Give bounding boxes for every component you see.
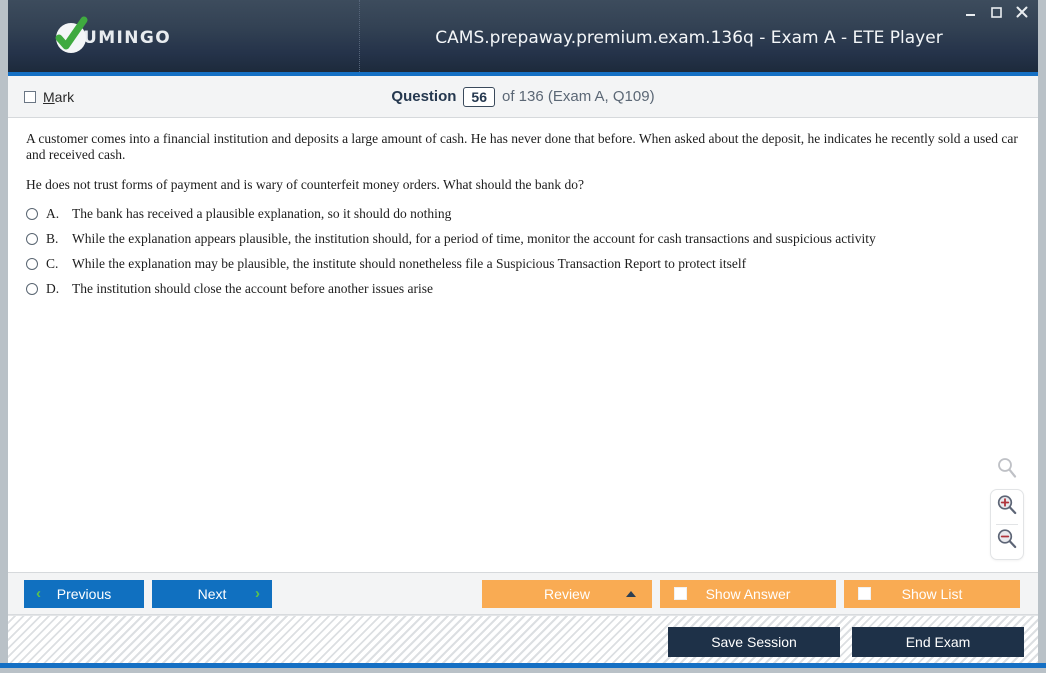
show-answer-button[interactable]: Show Answer [660,579,836,608]
previous-button-label: Previous [56,585,112,602]
save-session-label: Save Session [711,633,797,650]
previous-button[interactable]: ‹ Previous [24,579,144,608]
title-bar: UMINGO CAMS.prepaway.premium.exam.136q -… [8,0,1038,76]
next-button-label: Next [197,585,227,602]
mark-checkbox[interactable] [24,90,36,103]
question-counter: Question 56 of 136 (Exam A, Q109) [8,86,1038,107]
answer-option-a[interactable]: A. The bank has received a plausible exp… [26,206,1020,222]
question-paragraph-2: He does not trust forms of payment and i… [26,176,584,192]
next-button[interactable]: Next › [152,579,272,608]
check-circle-logo-icon [55,16,88,53]
question-header-bar: Mark Question 56 of 136 (Exam A, Q109) [8,76,1038,118]
save-session-button[interactable]: Save Session [668,626,840,657]
mark-label: Mark [43,89,74,105]
question-total-text: of 136 (Exam A, Q109) [502,88,655,105]
logo-text: UMINGO [83,28,172,48]
answer-options-list: A. The bank has received a plausible exp… [8,206,1038,297]
option-letter-d: D. [46,281,60,297]
zoom-tool-cluster [990,457,1024,560]
caret-up-icon [626,590,636,597]
close-icon[interactable] [1014,4,1030,20]
logo-zone: UMINGO [8,0,360,76]
review-button[interactable]: Review [482,579,652,608]
show-list-label: Show List [901,585,963,602]
show-list-button[interactable]: Show List [844,579,1020,608]
answer-option-c[interactable]: C. While the explanation may be plausibl… [26,256,1020,272]
window-controls [962,4,1030,20]
show-answer-checkbox[interactable] [674,587,687,600]
title-zone: CAMS.prepaway.premium.exam.136q - Exam A… [360,28,1038,48]
radio-a[interactable] [26,208,38,221]
mark-accelerator: M [43,88,55,105]
window-title: CAMS.prepaway.premium.exam.136q - Exam A… [435,28,943,48]
radio-c[interactable] [26,258,38,271]
option-text-d: The institution should close the account… [72,281,434,297]
end-exam-label: End Exam [905,633,971,650]
chevron-left-icon: ‹ [36,585,41,602]
status-bar: Save Session End Exam [0,615,1046,668]
show-answer-label: Show Answer [705,585,791,602]
end-exam-button[interactable]: End Exam [852,626,1024,657]
bottom-accent-bar [0,663,1046,668]
zoom-out-icon[interactable] [996,528,1018,555]
zoom-in-icon[interactable] [996,494,1018,521]
option-letter-a: A. [46,206,60,222]
review-button-label: Review [544,585,590,602]
action-bar: ‹ Previous Next › Review Show Answer Sho… [8,573,1038,615]
option-text-b: While the explanation appears plausible,… [72,231,876,247]
question-number-box[interactable]: 56 [463,86,495,107]
question-word: Question [391,88,457,105]
action-bar-right-group: Review Show Answer Show List [482,579,1020,608]
mark-checkbox-row[interactable]: Mark [24,89,74,105]
ete-player-window: UMINGO CAMS.prepaway.premium.exam.136q -… [0,0,1046,673]
magnifier-icon[interactable] [996,457,1018,484]
question-paragraph-1: A customer comes into a financial instit… [26,131,1018,163]
question-text: A customer comes into a financial instit… [8,118,1038,193]
option-letter-b: B. [46,231,59,247]
chevron-right-icon: › [255,585,260,602]
zoom-divider [996,524,1018,525]
radio-d[interactable] [26,283,38,296]
vumingo-logo: UMINGO [55,16,172,53]
radio-b[interactable] [26,233,38,246]
zoom-panel [990,489,1024,560]
show-list-checkbox[interactable] [858,587,871,600]
mark-label-rest: ark [54,88,75,105]
maximize-icon[interactable] [988,4,1004,20]
option-text-c: While the explanation may be plausible, … [72,256,747,272]
option-text-a: The bank has received a plausible explan… [72,206,452,222]
answer-option-b[interactable]: B. While the explanation appears plausib… [26,231,1020,247]
question-content-area: A customer comes into a financial instit… [8,118,1038,573]
option-letter-c: C. [46,256,59,272]
minimize-icon[interactable] [962,4,978,20]
answer-option-d[interactable]: D. The institution should close the acco… [26,281,1020,297]
